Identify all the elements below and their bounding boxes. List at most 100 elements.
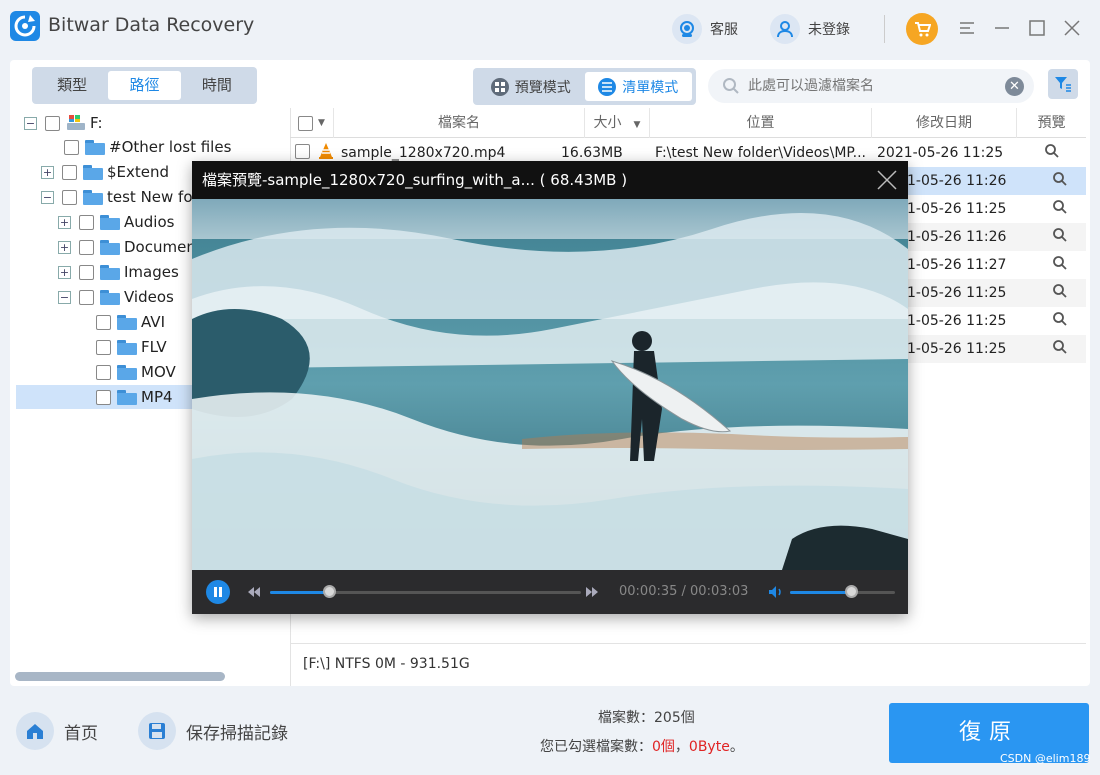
expand-icon[interactable]: + bbox=[58, 215, 71, 229]
select-all-cell[interactable]: ▼ bbox=[290, 108, 334, 138]
home-button[interactable]: 首页 bbox=[16, 712, 98, 750]
row-date: 1-05-26 11:25 bbox=[907, 313, 1007, 329]
preview-search-icon[interactable] bbox=[1034, 227, 1086, 247]
volume-handle[interactable] bbox=[844, 585, 858, 598]
tree-checkbox[interactable] bbox=[45, 115, 60, 131]
save-scan-button[interactable]: 保存掃描記錄 bbox=[138, 712, 288, 750]
search-icon bbox=[723, 78, 739, 94]
tree-node-mov[interactable]: MOV bbox=[96, 360, 176, 384]
preview-mode-button[interactable]: 預覽模式 bbox=[477, 72, 585, 101]
select-all-checkbox[interactable] bbox=[298, 115, 314, 131]
col-location[interactable]: 位置 bbox=[650, 108, 872, 138]
progress-track[interactable] bbox=[270, 591, 581, 594]
collapse-icon[interactable]: − bbox=[24, 116, 37, 130]
caret-down-icon[interactable]: ▼ bbox=[318, 108, 325, 138]
tree-node-other-lost[interactable]: #Other lost files bbox=[64, 135, 231, 159]
menu-icon[interactable] bbox=[957, 18, 977, 38]
selected-summary: 您已勾選檔案數：0個，0Byte。 bbox=[540, 736, 744, 756]
col-preview[interactable]: 預覽 bbox=[1017, 108, 1086, 138]
expand-icon[interactable]: + bbox=[58, 265, 71, 279]
preview-search-icon[interactable] bbox=[1034, 171, 1086, 191]
expand-icon[interactable]: + bbox=[41, 165, 54, 179]
tree-checkbox[interactable] bbox=[79, 214, 94, 230]
tree-node-audios[interactable]: + Audios bbox=[58, 210, 174, 234]
user-icon bbox=[770, 14, 800, 44]
tree-label: Audios bbox=[124, 213, 175, 231]
tree-node-documents[interactable]: + Documen bbox=[58, 235, 196, 259]
tree-checkbox[interactable] bbox=[79, 239, 94, 255]
progress-fill bbox=[270, 591, 330, 594]
tree-checkbox[interactable] bbox=[79, 264, 94, 280]
col-modified[interactable]: 修改日期 bbox=[872, 108, 1017, 138]
volume-icon[interactable] bbox=[768, 585, 784, 599]
expand-icon[interactable]: + bbox=[58, 240, 71, 254]
save-icon bbox=[138, 712, 176, 750]
preview-search-icon[interactable] bbox=[1027, 143, 1077, 163]
login-button[interactable]: 未登錄 bbox=[770, 14, 850, 44]
filter-icon[interactable] bbox=[1048, 69, 1078, 99]
fast-forward-icon[interactable] bbox=[585, 585, 599, 599]
col-name[interactable]: 檔案名 bbox=[334, 108, 585, 138]
clear-search-icon[interactable]: ✕ bbox=[1005, 77, 1024, 96]
cart-icon[interactable] bbox=[906, 13, 938, 45]
close-icon[interactable] bbox=[1062, 18, 1082, 38]
support-label: 客服 bbox=[710, 22, 738, 38]
preview-mode-label: 預覽模式 bbox=[514, 79, 571, 96]
tab-time[interactable]: 時間 bbox=[181, 71, 253, 100]
collapse-icon[interactable]: − bbox=[58, 290, 71, 304]
preview-search-icon[interactable] bbox=[1034, 339, 1086, 359]
tree-node-videos[interactable]: − Videos bbox=[58, 285, 174, 309]
list-mode-button[interactable]: 清單模式 bbox=[584, 72, 692, 101]
tree-checkbox[interactable] bbox=[96, 364, 111, 380]
tree-checkbox[interactable] bbox=[64, 139, 79, 155]
tree-checkbox[interactable] bbox=[62, 164, 77, 180]
folder-icon bbox=[117, 364, 137, 380]
tab-path[interactable]: 路徑 bbox=[108, 71, 181, 100]
home-label: 首页 bbox=[64, 723, 98, 744]
search-input[interactable] bbox=[748, 78, 988, 94]
tree-node-flv[interactable]: FLV bbox=[96, 335, 167, 359]
preview-search-icon[interactable] bbox=[1034, 283, 1086, 303]
pause-icon[interactable] bbox=[206, 580, 230, 604]
rewind-icon[interactable] bbox=[247, 585, 261, 599]
row-date: 2021-05-26 11:25 bbox=[877, 145, 1004, 161]
status-divider bbox=[290, 643, 1086, 644]
tree-label: MP4 bbox=[141, 388, 173, 406]
save-scan-label: 保存掃描記錄 bbox=[186, 723, 288, 744]
tree-checkbox[interactable] bbox=[96, 314, 111, 330]
tree-node-test-folder[interactable]: − test New fol bbox=[41, 185, 197, 209]
close-preview-icon[interactable] bbox=[876, 169, 898, 191]
tree-checkbox[interactable] bbox=[96, 339, 111, 355]
collapse-icon[interactable]: − bbox=[41, 190, 54, 204]
maximize-icon[interactable] bbox=[1027, 18, 1047, 38]
preview-search-icon[interactable] bbox=[1034, 199, 1086, 219]
tree-checkbox[interactable] bbox=[62, 189, 77, 205]
tab-type[interactable]: 類型 bbox=[36, 71, 108, 100]
tree-label: Documen bbox=[124, 238, 196, 256]
volume-track[interactable] bbox=[790, 591, 895, 594]
minimize-icon[interactable] bbox=[992, 18, 1012, 38]
tree-scrollbar[interactable] bbox=[15, 672, 225, 681]
tree-node-images[interactable]: + Images bbox=[58, 260, 179, 284]
tree-node-mp4[interactable]: MP4 bbox=[96, 385, 173, 409]
tree-checkbox[interactable] bbox=[96, 389, 111, 405]
tree-node-avi[interactable]: AVI bbox=[96, 310, 165, 334]
playback-time: 00:00:35 / 00:03:03 bbox=[619, 584, 749, 599]
row-checkbox[interactable] bbox=[295, 143, 310, 159]
col-size[interactable]: 大小 ▼ bbox=[585, 108, 650, 138]
list-mode-label: 清單模式 bbox=[622, 79, 679, 96]
preview-search-icon[interactable] bbox=[1034, 311, 1086, 331]
preview-search-icon[interactable] bbox=[1034, 255, 1086, 275]
search-box: ✕ bbox=[708, 69, 1034, 103]
progress-handle[interactable] bbox=[323, 585, 337, 598]
tree-label: MOV bbox=[141, 363, 176, 381]
tree-node-root[interactable]: − F: bbox=[24, 111, 103, 135]
support-button[interactable]: 客服 bbox=[672, 14, 738, 44]
row-date: 1-05-26 11:26 bbox=[907, 173, 1007, 189]
player-controls: 00:00:35 / 00:03:03 bbox=[192, 570, 908, 614]
tree-node-extend[interactable]: + $Extend bbox=[41, 160, 169, 184]
drive-icon bbox=[67, 115, 85, 130]
video-frame[interactable] bbox=[192, 199, 908, 570]
tree-checkbox[interactable] bbox=[79, 289, 94, 305]
selected-prefix: 您已勾選檔案數： bbox=[540, 739, 652, 755]
